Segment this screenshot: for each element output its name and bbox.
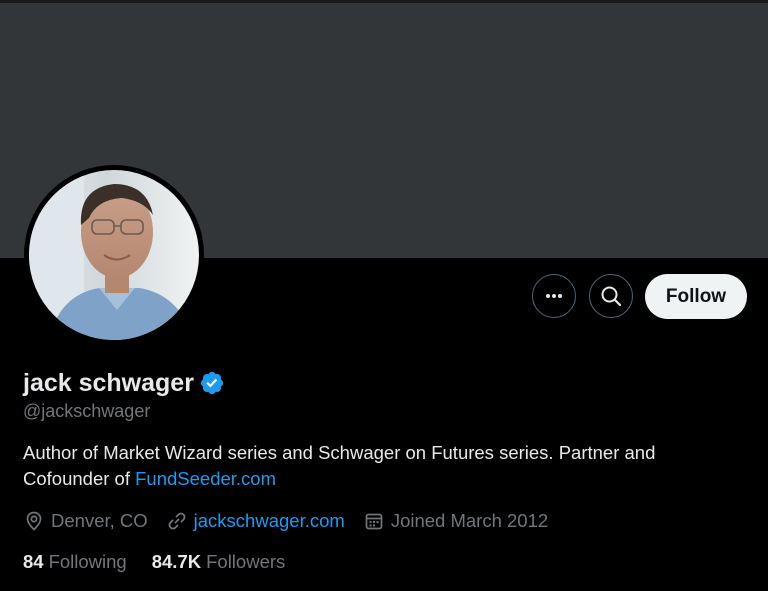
followers-count: 84.7K	[151, 551, 202, 572]
more-options-button[interactable]	[532, 274, 576, 318]
bio-text: Author of Market Wizard series and Schwa…	[23, 442, 656, 489]
user-handle: @jackschwager	[23, 401, 151, 421]
profile-name-row: jack schwager	[23, 366, 225, 400]
following-count: 84	[23, 551, 44, 572]
joined-text: Joined March 2012	[390, 510, 549, 531]
followers-link[interactable]: 84.7K Followers	[152, 551, 286, 573]
joined-item: Joined March 2012	[363, 510, 548, 532]
followers-label: Followers	[206, 551, 286, 572]
avatar[interactable]	[24, 165, 204, 345]
more-horizontal-icon	[546, 294, 562, 298]
profile-meta: Denver, CO jackschwager.com Joined March…	[23, 508, 566, 534]
website-link[interactable]: jackschwager.com	[194, 510, 345, 532]
location-item: Denver, CO	[23, 510, 148, 532]
follow-button[interactable]: Follow	[645, 274, 747, 319]
following-label: Following	[48, 551, 127, 572]
bio-link[interactable]: FundSeeder.com	[135, 468, 276, 489]
website-item: jackschwager.com	[166, 510, 345, 532]
profile-bio: Author of Market Wizard series and Schwa…	[23, 440, 723, 492]
display-name: jack schwager	[23, 368, 194, 397]
profile-stats: 84 Following 84.7K Followers	[23, 549, 310, 575]
avatar-photo	[29, 170, 199, 340]
calendar-icon	[365, 513, 383, 530]
location-pin-icon	[26, 511, 42, 531]
location-text: Denver, CO	[51, 510, 148, 531]
search-profile-button[interactable]	[589, 274, 633, 318]
following-link[interactable]: 84 Following	[23, 551, 127, 573]
search-icon	[601, 286, 622, 307]
link-icon	[168, 512, 186, 530]
verified-badge-icon[interactable]	[199, 370, 225, 396]
